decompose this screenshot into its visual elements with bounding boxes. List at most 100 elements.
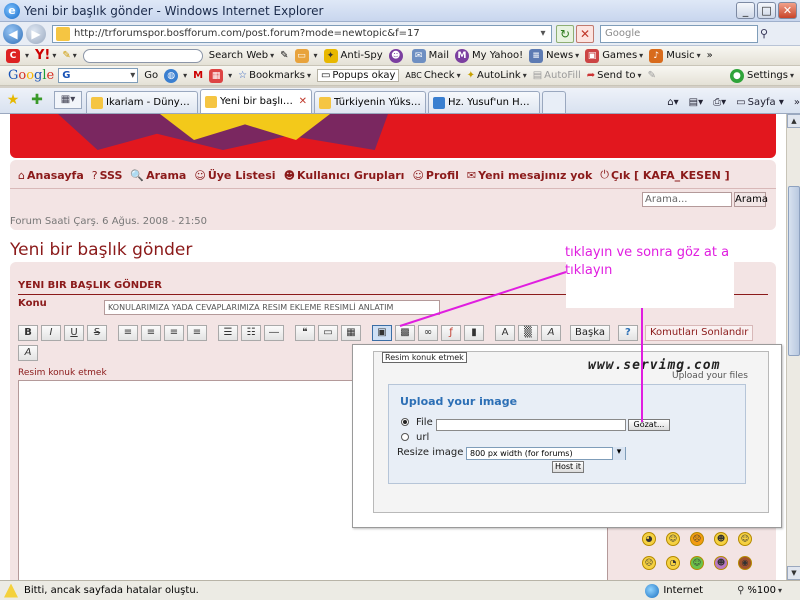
pencil-icon[interactable]: ✎ ▾ [62, 50, 76, 61]
yahoo-logo[interactable]: Y! ▾ [35, 48, 56, 63]
forum-search-button[interactable]: Arama [734, 192, 768, 207]
resize-select[interactable]: 800 px width (for forums) [466, 447, 626, 460]
close-button[interactable]: ✕ [778, 2, 797, 19]
font-style-icon[interactable]: A [18, 345, 38, 361]
warning-icon[interactable] [4, 583, 18, 598]
my-yahoo-button[interactable]: M My Yahoo! [454, 48, 523, 63]
italic-button[interactable]: I [41, 325, 61, 341]
browse-button[interactable]: Gözat... [628, 419, 670, 431]
autolink-button[interactable]: ✦ AutoLink ▾ [467, 70, 527, 81]
nav-home[interactable]: ⌂ Anasayfa [18, 168, 84, 182]
gmail-icon[interactable]: M [193, 70, 203, 81]
smiley-icon[interactable]: ☺ [690, 556, 704, 570]
nav-search[interactable]: 🔍 Arama [130, 168, 186, 182]
smiley-icon[interactable]: ☹ [690, 532, 704, 546]
feeds-icon[interactable]: ▤▾ [689, 97, 703, 108]
help-icon[interactable]: ? [617, 325, 638, 341]
smiley-icon[interactable]: ☻ [714, 532, 728, 546]
strike-button[interactable]: S [87, 325, 107, 341]
subject-input[interactable]: KONULARIMIZA YADA CEVAPLARIMIZA RESIM EK… [104, 300, 440, 315]
add-favorites-icon[interactable]: ✚ [28, 91, 46, 109]
refresh-icon[interactable]: ↻ [556, 24, 574, 43]
search-icon[interactable]: ⚲ [760, 25, 776, 43]
image-icon[interactable]: ▩ [395, 325, 415, 341]
stop-icon[interactable]: ✕ [576, 24, 594, 43]
nav-profile[interactable]: ☺ Profil [412, 168, 458, 182]
end-commands-button[interactable]: Komutları Sonlandır [644, 325, 754, 341]
forum-search-input[interactable]: Arama... [642, 192, 732, 207]
scroll-down-icon[interactable]: ▼ [787, 566, 800, 580]
tab-hz-yusuf[interactable]: Hz. Yusuf'un Hayatı, P... [428, 91, 540, 113]
align-right-icon[interactable]: ≡ [164, 325, 184, 341]
justify-icon[interactable]: ≡ [187, 325, 207, 341]
code-icon[interactable]: ▭ [318, 325, 338, 341]
quote-icon[interactable]: ❝ [295, 325, 315, 341]
smiley-icon[interactable]: ◔ [666, 556, 680, 570]
scroll-up-icon[interactable]: ▲ [787, 114, 800, 128]
font-size-icon[interactable]: A [495, 325, 515, 341]
autofill-button[interactable]: ▤ AutoFill [533, 70, 581, 81]
smiley-icon[interactable]: ☻ [714, 556, 728, 570]
url-radio[interactable] [401, 433, 409, 441]
tab-ikariam[interactable]: Ikariam - Dünya Beta [86, 91, 198, 113]
maximize-button[interactable]: □ [757, 2, 776, 19]
bullet-list-icon[interactable]: ☰ [218, 325, 238, 341]
more-button[interactable]: Başka [570, 325, 610, 341]
align-center-icon[interactable]: ≡ [141, 325, 161, 341]
vertical-scrollbar[interactable]: ▲ ▼ [786, 114, 800, 580]
tab-turkiyenin[interactable]: Türkiyenin Yükselen fo... [314, 91, 426, 113]
google-logo[interactable]: Google [8, 68, 54, 83]
globe-icon[interactable]: ◍ ▾ [164, 68, 187, 83]
nav-logout[interactable]: ⏻ Çık [ KAFA_KESEN ] [600, 168, 729, 182]
pen-icon[interactable]: ✎ [648, 70, 656, 81]
underline-button[interactable]: U [64, 325, 84, 341]
bold-button[interactable]: B [18, 325, 38, 341]
games-button[interactable]: ▣ Games ▾ [585, 48, 643, 63]
calendar-icon[interactable]: ▦ ▾ [209, 68, 232, 83]
numbered-list-icon[interactable]: ☷ [241, 325, 261, 341]
toolbar-c-button[interactable]: C ▾ [6, 48, 29, 63]
toolbar-options-icon[interactable]: ▭ ▾ [294, 48, 318, 63]
nav-messages[interactable]: ✉ Yeni mesajınız yok [467, 168, 592, 182]
messenger-icon[interactable]: ☻ [388, 48, 406, 63]
go-button[interactable]: Go [144, 70, 158, 81]
mail-button[interactable]: ✉ Mail [411, 48, 449, 63]
hr-icon[interactable]: ― [264, 325, 284, 341]
google-search-select[interactable]: G [58, 68, 139, 83]
smiley-icon[interactable]: ◉ [738, 556, 752, 570]
back-button[interactable]: ◀ [3, 23, 23, 44]
smiley-icon[interactable]: ◕ [642, 532, 656, 546]
file-radio[interactable] [401, 418, 409, 426]
page-menu[interactable]: ▭ Sayfa ▾ [736, 97, 784, 108]
search-input[interactable]: Google [600, 24, 758, 43]
toolbar-more-icon[interactable]: » [707, 50, 713, 61]
smiley-icon[interactable]: ☹ [642, 556, 656, 570]
nav-user-groups[interactable]: ☻ Kullanıcı Grupları [284, 168, 405, 182]
home-icon[interactable]: ⌂▾ [667, 97, 678, 108]
color-icon[interactable]: ▒ [518, 325, 538, 341]
bookmarks-button[interactable]: ☆ Bookmarks ▾ [238, 70, 311, 81]
host-it-button[interactable]: Host it [552, 461, 584, 473]
anti-spy-button[interactable]: ✦ Anti-Spy [323, 48, 383, 63]
align-left-icon[interactable]: ≡ [118, 325, 138, 341]
highlight-icon[interactable]: ✎ [280, 50, 288, 61]
favorites-star-icon[interactable]: ★ [4, 91, 22, 109]
nav-member-list[interactable]: ☺ Üye Listesi [194, 168, 275, 182]
address-url[interactable]: http://trforumspor.bosfforum.com/post.fo… [74, 28, 535, 39]
tab-close-icon[interactable]: ✕ [299, 96, 307, 107]
search-web-button[interactable]: Search Web ▾ [209, 50, 274, 61]
send-to-button[interactable]: ➦ Send to ▾ [587, 70, 642, 81]
table-icon[interactable]: ▦ [341, 325, 361, 341]
smiley-icon[interactable]: ☺ [738, 532, 752, 546]
nav-faq[interactable]: ? SSS [92, 168, 123, 182]
settings-button[interactable]: ● Settings ▾ [729, 68, 794, 83]
new-tab-button[interactable] [542, 91, 566, 113]
print-icon[interactable]: ⎙▾ [713, 97, 726, 108]
scroll-thumb[interactable] [788, 186, 800, 356]
address-dropdown-icon[interactable]: ▾ [535, 28, 551, 39]
tab-new-topic[interactable]: Yeni bir başlık gönder ✕ [200, 89, 312, 113]
check-button[interactable]: ABC Check ▾ [405, 70, 460, 81]
music-button[interactable]: ♪ Music ▾ [649, 48, 701, 63]
forward-button[interactable]: ▶ [26, 23, 46, 44]
toolbar-search-input[interactable] [82, 48, 203, 63]
